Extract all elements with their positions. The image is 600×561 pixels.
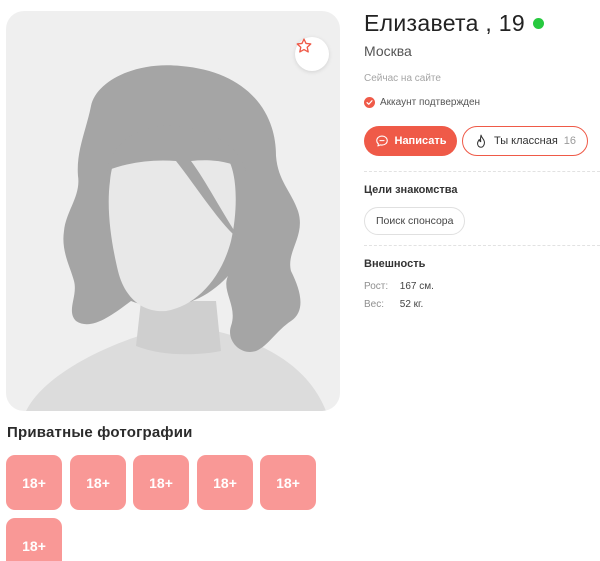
private-photo-tile[interactable]: 18+	[6, 455, 62, 510]
star-icon	[296, 38, 312, 53]
weight-row: Вес: 52 кг.	[364, 299, 423, 310]
flame-icon	[476, 134, 485, 148]
like-label: Ты классная	[493, 135, 558, 147]
private-photo-tile[interactable]: 18+	[133, 455, 189, 510]
height-value: 167 см.	[399, 281, 434, 292]
profile-photo[interactable]	[6, 11, 340, 411]
verified-label: Аккаунт подтвержден	[380, 97, 481, 108]
weight-value: 52 кг.	[399, 299, 424, 310]
height-row: Рост: 167 см.	[364, 281, 434, 292]
weight-label: Вес:	[364, 299, 385, 310]
private-photo-tile[interactable]: 18+	[70, 455, 126, 510]
profile-name: Елизавета , 19	[364, 10, 525, 36]
write-message-button[interactable]: Написать	[364, 126, 457, 156]
divider	[364, 245, 600, 246]
height-label: Рост:	[364, 281, 389, 292]
private-photo-tile[interactable]: 18+	[260, 455, 316, 510]
favorite-button[interactable]	[295, 37, 329, 71]
online-indicator	[532, 18, 544, 29]
chat-bubble-icon	[375, 135, 388, 147]
private-photo-tile[interactable]: 18+	[197, 455, 253, 510]
check-circle-icon	[364, 97, 375, 108]
online-status: Сейчас на сайте	[364, 73, 441, 84]
private-photo-tile[interactable]: 18+	[6, 518, 62, 561]
profile-city: Москва	[364, 43, 412, 59]
goal-chip[interactable]: Поиск спонсора	[364, 207, 466, 235]
goals-title: Цели знакомства	[364, 184, 458, 196]
private-photos-title: Приватные фотографии	[7, 424, 193, 441]
divider	[364, 171, 600, 172]
write-message-label: Написать	[394, 135, 447, 147]
verified-badge: Аккаунт подтвержден	[364, 97, 480, 108]
like-count: 16	[563, 135, 577, 147]
appearance-title: Внешность	[364, 258, 426, 270]
like-button[interactable]: Ты классная 16	[462, 126, 588, 156]
name-row: Елизавета , 19	[364, 10, 544, 37]
avatar-placeholder-icon	[26, 65, 326, 411]
